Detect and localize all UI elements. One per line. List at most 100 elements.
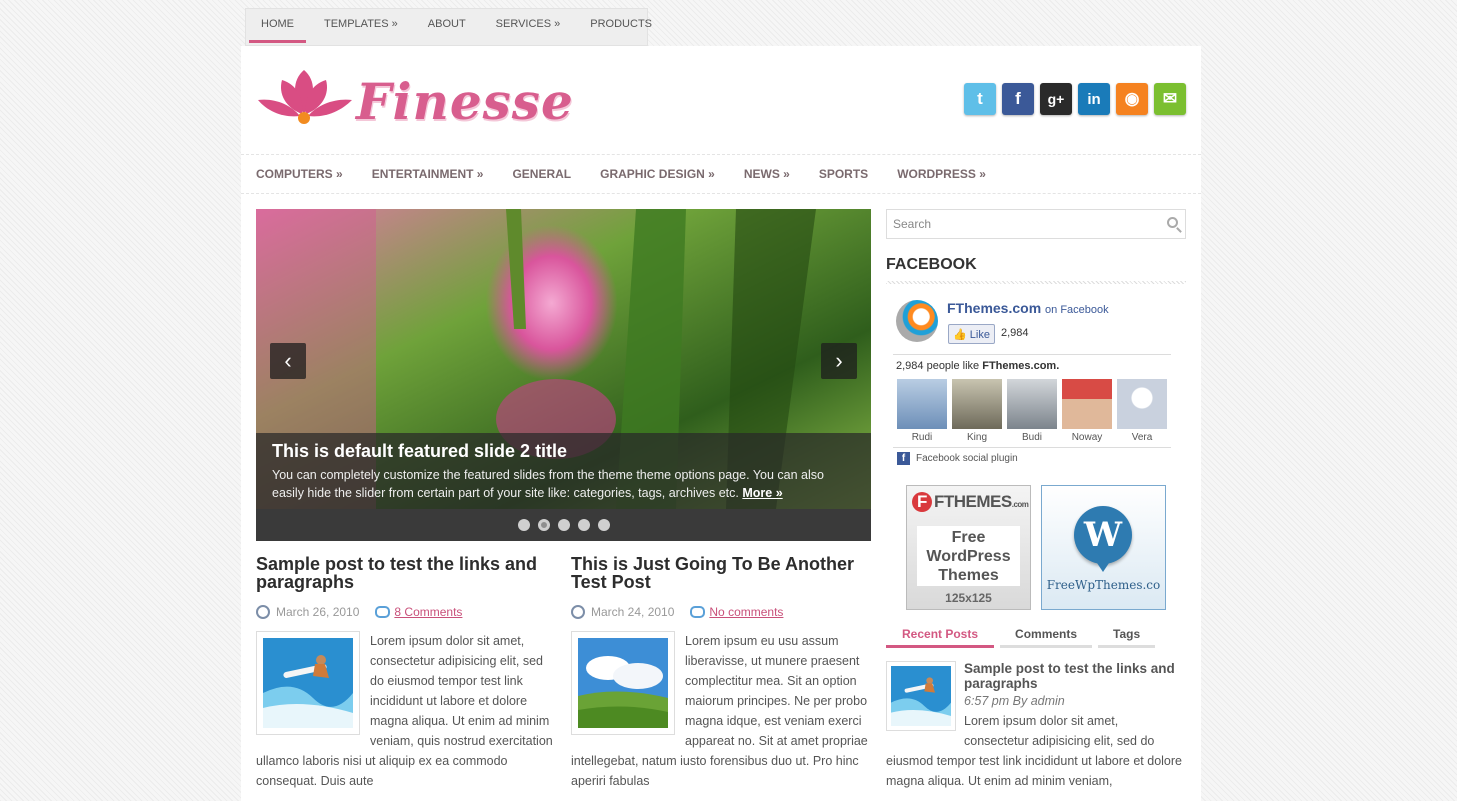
ad-line3: Themes xyxy=(938,567,999,584)
slide-text: You can completely customize the feature… xyxy=(272,466,855,502)
fb-face[interactable]: Budi xyxy=(1007,379,1057,443)
facebook-small-icon: f xyxy=(897,452,910,465)
slide-title[interactable]: This is default featured slide 2 title xyxy=(272,441,855,462)
post-card: Sample post to test the links and paragr… xyxy=(256,555,556,791)
ad-size: 125x125 xyxy=(945,591,992,605)
avatar xyxy=(1117,379,1167,429)
category-nav: COMPUTERS » ENTERTAINMENT » GENERAL GRAP… xyxy=(241,154,1201,194)
tab-tags[interactable]: Tags xyxy=(1098,624,1156,648)
ad-banner-fthemes[interactable]: F FTHEMES.com Free WordPress Themes 125x1… xyxy=(906,485,1031,610)
fb-like-button[interactable]: 👍 Like xyxy=(948,324,995,344)
category-computers[interactable]: COMPUTERS » xyxy=(256,155,372,193)
thumbs-up-icon: 👍 xyxy=(953,329,967,341)
fb-face[interactable]: Vera xyxy=(1117,379,1167,443)
tab-recent-posts[interactable]: Recent Posts xyxy=(886,624,995,648)
facebook-icon[interactable]: f xyxy=(1002,83,1034,115)
slide-caption: This is default featured slide 2 title Y… xyxy=(256,433,871,509)
fb-face[interactable]: Noway xyxy=(1062,379,1112,443)
post-date: March 26, 2010 xyxy=(276,605,360,619)
top-menu-home[interactable]: HOME xyxy=(246,9,309,45)
slider-next-button[interactable]: › xyxy=(821,343,857,379)
slider-dot-5[interactable] xyxy=(597,519,610,531)
avatar xyxy=(1007,379,1057,429)
post-body: Lorem ipsum dolor sit amet, consectetur … xyxy=(256,631,556,791)
slider-prev-button[interactable]: ‹ xyxy=(270,343,306,379)
fthemes-logo-icon[interactable] xyxy=(896,300,938,342)
post-body: Lorem ipsum eu usu assum liberavisse, ut… xyxy=(571,631,871,791)
post-meta: March 24, 2010 No comments xyxy=(571,603,871,621)
fb-on-facebook[interactable]: on Facebook xyxy=(1045,304,1109,316)
fb-social-plugin: f Facebook social plugin xyxy=(897,452,1018,465)
search-input[interactable]: Search xyxy=(886,209,1186,239)
featured-slider: ‹ › This is default featured slide 2 tit… xyxy=(256,209,871,541)
post-meta: March 26, 2010 8 Comments xyxy=(256,603,556,621)
surfer-image xyxy=(263,638,353,728)
post-comments-link[interactable]: No comments xyxy=(709,605,783,619)
linkedin-icon[interactable]: in xyxy=(1078,83,1110,115)
email-icon[interactable]: ✉ xyxy=(1154,83,1186,115)
fb-people-like: 2,984 people like FThemes.com. xyxy=(896,360,1059,372)
slider-pager xyxy=(256,509,871,541)
category-general[interactable]: GENERAL xyxy=(512,155,600,193)
landscape-image xyxy=(578,638,668,728)
fb-page-link[interactable]: FThemes.com xyxy=(947,300,1041,316)
fb-faces: Rudi King Budi Noway Vera xyxy=(897,379,1167,443)
google-plus-icon[interactable]: g+ xyxy=(1040,83,1072,115)
post-thumbnail[interactable] xyxy=(571,631,675,735)
sidebar-tabs: Recent Posts Comments Tags xyxy=(886,624,1156,648)
avatar xyxy=(952,379,1002,429)
fb-plugin-link[interactable]: Facebook social plugin xyxy=(916,453,1018,464)
post-title[interactable]: Sample post to test the links and paragr… xyxy=(256,555,556,591)
ad-label: FreeWpThemes.co xyxy=(1046,578,1161,592)
logo-text: Finesse xyxy=(356,72,574,131)
fb-face-name: Rudi xyxy=(911,432,933,443)
divider xyxy=(893,447,1171,448)
post-title[interactable]: This is Just Going To Be Another Test Po… xyxy=(571,555,871,591)
slider-dot-2[interactable] xyxy=(537,519,550,531)
slider-dot-4[interactable] xyxy=(577,519,590,531)
comment-icon xyxy=(690,606,706,618)
top-menu-services[interactable]: SERVICES » xyxy=(481,9,576,45)
page-container: Finesse t f g+ in ◉ ✉ COMPUTERS » ENTERT… xyxy=(241,46,1201,801)
slide-more-link[interactable]: More » xyxy=(742,486,782,500)
slider-dot-3[interactable] xyxy=(557,519,570,531)
rss-icon[interactable]: ◉ xyxy=(1116,83,1148,115)
category-graphic-design[interactable]: GRAPHIC DESIGN » xyxy=(600,155,744,193)
ad-brand: F FTHEMES.com xyxy=(912,492,1029,512)
category-wordpress[interactable]: WORDPRESS » xyxy=(897,155,1015,193)
search-placeholder: Search xyxy=(893,217,932,231)
lotus-icon xyxy=(258,70,352,124)
clock-icon xyxy=(571,605,585,619)
surfer-image xyxy=(891,666,951,726)
category-sports[interactable]: SPORTS xyxy=(819,155,897,193)
top-menu-about[interactable]: ABOUT xyxy=(413,9,481,45)
fb-people-page[interactable]: FThemes.com. xyxy=(982,360,1059,372)
fb-people-prefix: 2,984 people like xyxy=(896,360,983,372)
search-icon[interactable] xyxy=(1167,217,1178,228)
ad-line2: WordPress xyxy=(926,548,1011,565)
slider-dot-1[interactable] xyxy=(517,519,530,531)
top-menu-products[interactable]: PRODUCTS xyxy=(575,9,667,45)
post-thumbnail[interactable] xyxy=(256,631,360,735)
facebook-like-box: FThemes.com on Facebook 👍 Like 2,984 2,9… xyxy=(893,292,1173,468)
recent-post-item: Sample post to test the links and paragr… xyxy=(886,661,1186,791)
fb-face-name: Budi xyxy=(1021,432,1042,443)
fb-face-name: King xyxy=(966,432,987,443)
fb-face[interactable]: King xyxy=(952,379,1002,443)
recent-post-thumbnail[interactable] xyxy=(886,661,956,731)
twitter-icon[interactable]: t xyxy=(964,83,996,115)
post-comments-link[interactable]: 8 Comments xyxy=(394,605,462,619)
post-card: This is Just Going To Be Another Test Po… xyxy=(571,555,871,791)
top-menu-templates[interactable]: TEMPLATES » xyxy=(309,9,413,45)
fb-like-label: Like xyxy=(969,329,990,341)
fb-face[interactable]: Rudi xyxy=(897,379,947,443)
top-menu: HOME TEMPLATES » ABOUT SERVICES » PRODUC… xyxy=(245,8,652,46)
ad-brand-suffix: .com xyxy=(1011,500,1029,509)
category-entertainment[interactable]: ENTERTAINMENT » xyxy=(372,155,513,193)
post-date: March 24, 2010 xyxy=(591,605,675,619)
ad-banner-freewpthemes[interactable]: W FreeWpThemes.co xyxy=(1041,485,1166,610)
ad-headline: Free WordPress Themes xyxy=(917,526,1020,586)
site-logo[interactable]: Finesse xyxy=(256,64,573,134)
category-news[interactable]: NEWS » xyxy=(744,155,819,193)
tab-comments[interactable]: Comments xyxy=(1000,624,1093,648)
